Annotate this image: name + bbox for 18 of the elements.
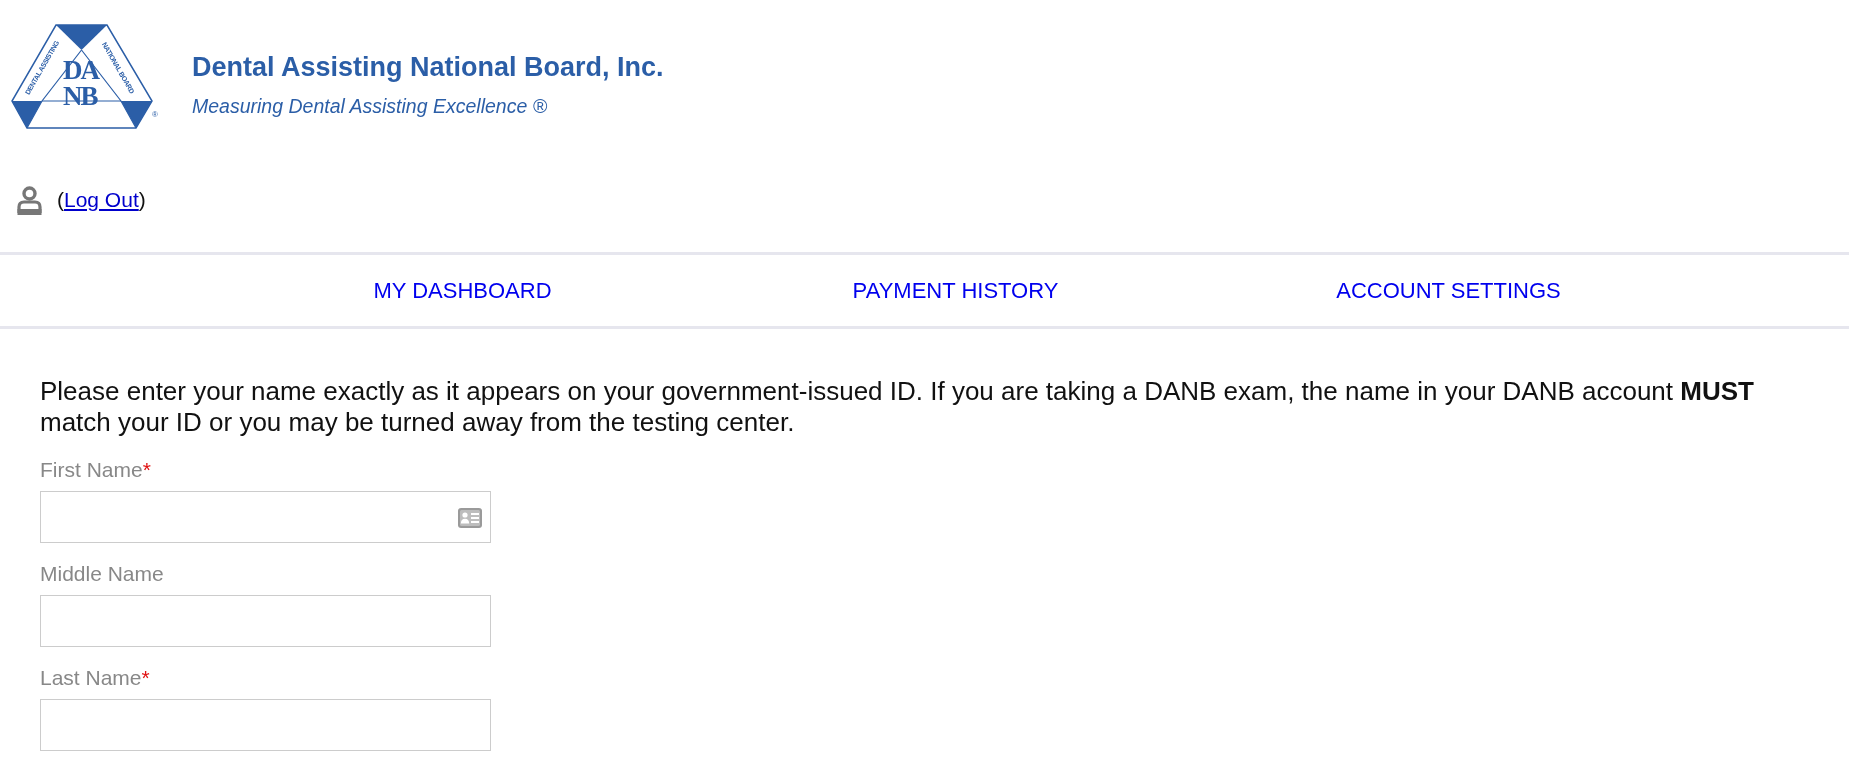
contact-card-icon[interactable]	[458, 508, 482, 528]
field-label: Last Name*	[40, 665, 150, 691]
nav-link[interactable]: ACCOUNT SETTINGS	[1336, 276, 1561, 305]
intro-paragraph: Please enter your name exactly as it appears on your government-issued ID. If you are taking a DANB exam, the name in your DANB account MUST match your ID or you may be turned away from the testing center.	[40, 376, 1755, 438]
logout-text: (Log Out)	[57, 187, 146, 213]
text-field[interactable]	[40, 699, 491, 751]
text-field[interactable]	[40, 595, 491, 647]
logout-link[interactable]: Log Out	[64, 188, 139, 211]
nav-link[interactable]: MY DASHBOARD	[373, 276, 552, 305]
registered-mark: ®	[152, 110, 158, 119]
field-label: Middle Name	[40, 561, 164, 587]
site-tagline: Measuring Dental Assisting Excellence ®	[192, 94, 548, 119]
nav-link[interactable]: PAYMENT HISTORY	[852, 276, 1059, 305]
text-field[interactable]	[40, 491, 491, 543]
user-icon	[17, 185, 42, 215]
logo-monogram: DANB	[63, 57, 100, 109]
field-label: First Name*	[40, 457, 151, 483]
site-title: Dental Assisting National Board, Inc.	[192, 51, 664, 83]
